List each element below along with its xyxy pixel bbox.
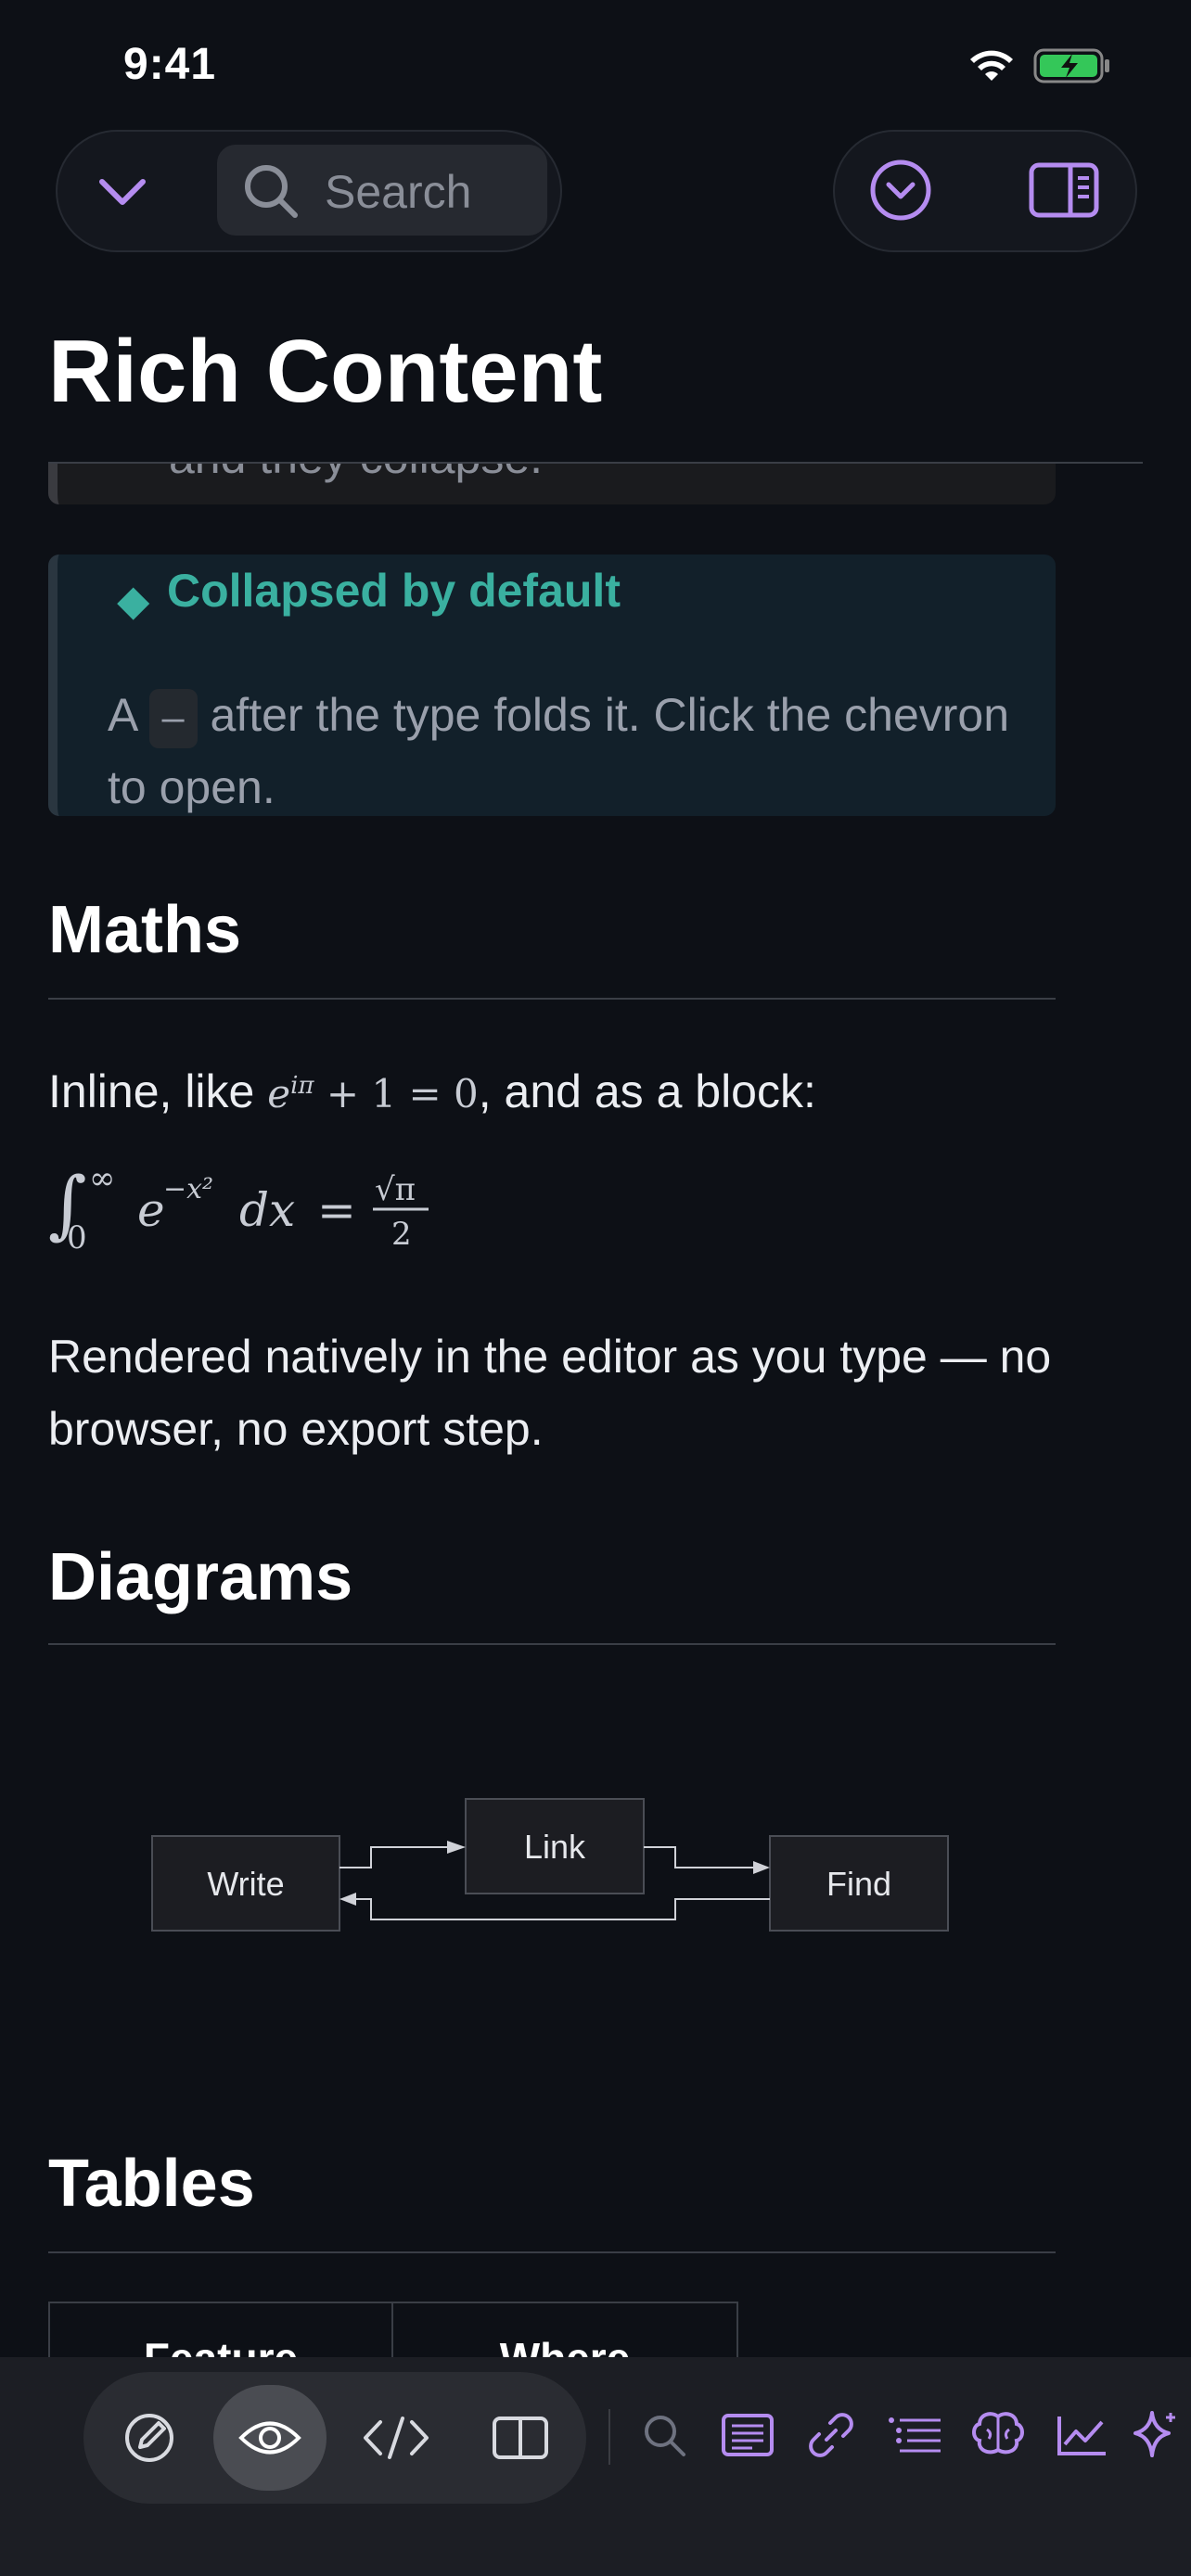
- sparkle-icon: [1133, 2411, 1175, 2457]
- edge-write-link: [339, 1846, 447, 1868]
- callout-body-prefix: A: [108, 689, 136, 741]
- heading-tables: Tables: [48, 2147, 255, 2221]
- diagram-node-find: Find: [769, 1835, 949, 1932]
- heading-diagrams: Diagrams: [48, 1540, 353, 1614]
- svg-text:e: e: [137, 1183, 165, 1237]
- heading-maths: Maths: [48, 893, 242, 967]
- partial-callout: and they collapse.: [48, 464, 1056, 504]
- svg-text:√π: √π: [375, 1171, 416, 1208]
- circle-chevron-icon[interactable]: [868, 158, 933, 223]
- bottom-toolbar: [0, 2357, 1191, 2576]
- split-view-icon: [493, 2417, 548, 2459]
- document-list-icon: [722, 2414, 774, 2456]
- table-header-feature: Feature: [48, 2302, 393, 2357]
- callout-body: A – after the type folds it. Click the c…: [108, 679, 1035, 823]
- svg-text:2: 2: [391, 1216, 412, 1253]
- edge-find-write: [356, 1898, 770, 1920]
- wifi-icon: [970, 50, 1013, 81]
- mode-switcher: [83, 2372, 586, 2504]
- split-mode-button[interactable]: [464, 2385, 577, 2491]
- find-button[interactable]: [627, 2398, 701, 2472]
- sidebar-toggle-icon[interactable]: [1028, 161, 1100, 219]
- inline-equation: eiπ + 1 = 0: [267, 1071, 479, 1116]
- node-find-label: Find: [826, 1865, 891, 1903]
- diagram-node-link: Link: [465, 1798, 645, 1894]
- maths-note: Rendered natively in the editor as you t…: [48, 1331, 1052, 1455]
- maths-inline-paragraph: Inline, like eiπ + 1 = 0, and as a block…: [48, 1050, 1106, 1130]
- svg-text:=: =: [317, 1183, 356, 1237]
- edge-link-find: [644, 1846, 753, 1868]
- links-button[interactable]: [794, 2398, 868, 2472]
- battery-icon: [1033, 48, 1109, 83]
- eye-icon: [238, 2421, 301, 2455]
- list-indent-icon: [889, 2417, 941, 2453]
- flow-diagram: Write Link Find: [151, 1798, 949, 1932]
- source-mode-button[interactable]: [339, 2385, 453, 2491]
- chevron-down-icon[interactable]: [95, 163, 150, 219]
- inline-code: –: [148, 688, 198, 748]
- search-field[interactable]: Search: [217, 145, 547, 236]
- collapsed-callout[interactable]: ◆ Collapsed by default A – after the typ…: [48, 555, 1056, 816]
- graph-button[interactable]: [1044, 2398, 1119, 2472]
- table-header-where: Where: [391, 2302, 738, 2357]
- diagrams-divider: [48, 1643, 1056, 1645]
- brain-button[interactable]: [961, 2398, 1035, 2472]
- preview-mode-button[interactable]: [213, 2385, 327, 2491]
- diamond-icon: ◆: [117, 576, 150, 624]
- node-write-label: Write: [207, 1865, 284, 1903]
- node-link-label: Link: [524, 1828, 586, 1866]
- status-time: 9:41: [123, 40, 217, 89]
- nav-pill: Search: [56, 130, 562, 252]
- brain-icon: [972, 2412, 1024, 2455]
- svg-text:∞: ∞: [89, 1160, 115, 1197]
- outline-button[interactable]: [711, 2398, 785, 2472]
- callout-body-suffix: after the type folds it. Click the chevr…: [108, 689, 1010, 813]
- link-icon: [809, 2413, 853, 2457]
- pencil-circle-icon: [125, 2414, 173, 2462]
- search-icon: [245, 165, 298, 218]
- table: Feature Where: [48, 2302, 738, 2357]
- ai-button[interactable]: [1124, 2398, 1180, 2472]
- tables-divider: [48, 2251, 1056, 2253]
- inline-prefix: Inline, like: [48, 1065, 255, 1117]
- block-equation: ∫ ∞ 0 e −x² dx = √π 2: [48, 1160, 429, 1256]
- toolbar-divider: [608, 2409, 610, 2465]
- search-icon: [645, 2416, 685, 2456]
- svg-text:−x²: −x²: [163, 1173, 213, 1205]
- headings-button[interactable]: [877, 2398, 952, 2472]
- search-placeholder: Search: [325, 166, 472, 218]
- page-title: Rich Content: [48, 322, 603, 421]
- status-icons: [968, 46, 1111, 85]
- line-chart-icon: [1057, 2417, 1106, 2455]
- code-icon: [364, 2417, 429, 2459]
- svg-text:0: 0: [67, 1219, 87, 1256]
- callout-title: Collapsed by default: [167, 565, 621, 617]
- diagram-node-write: Write: [151, 1835, 340, 1932]
- maths-divider: [48, 998, 1056, 1000]
- actions-pill: [833, 130, 1137, 252]
- edit-mode-button[interactable]: [93, 2385, 206, 2491]
- svg-text:dx: dx: [239, 1183, 295, 1237]
- partial-callout-text: and they collapse.: [169, 464, 543, 484]
- inline-suffix: , and as a block:: [478, 1065, 816, 1117]
